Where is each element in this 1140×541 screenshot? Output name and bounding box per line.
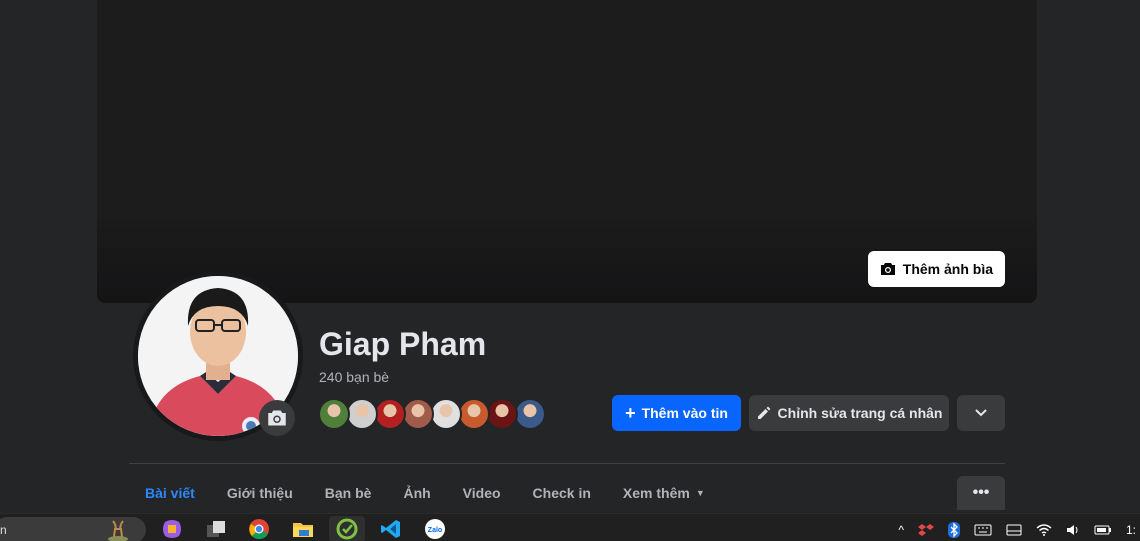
camera-icon — [880, 263, 895, 275]
keyboard-icon[interactable] — [974, 524, 992, 536]
add-cover-photo-label: Thêm ảnh bìa — [902, 261, 993, 277]
profile-tabs: Bài viết Giới thiệu Bạn bè Ảnh Video Che… — [129, 476, 721, 510]
volume-icon[interactable] — [1066, 524, 1080, 536]
battery-icon[interactable] — [1094, 524, 1112, 536]
taskbar: n Zalo ^ 1: — [0, 513, 1140, 541]
friend-avatar[interactable] — [374, 398, 406, 430]
display-icon[interactable] — [1006, 524, 1022, 536]
copilot-icon[interactable] — [154, 516, 190, 541]
chrome-icon[interactable] — [241, 516, 277, 541]
gamebar-app-icon[interactable] — [329, 516, 365, 541]
svg-text:Zalo: Zalo — [428, 527, 442, 534]
friend-avatar[interactable] — [346, 398, 378, 430]
friend-avatar[interactable] — [458, 398, 490, 430]
friend-avatar[interactable] — [402, 398, 434, 430]
camera-icon — [268, 410, 286, 426]
task-view-icon[interactable] — [198, 516, 234, 541]
divider — [129, 463, 1005, 464]
friend-avatar[interactable] — [318, 398, 350, 430]
bluetooth-icon[interactable] — [947, 522, 960, 538]
tab-about[interactable]: Giới thiệu — [211, 476, 309, 510]
plus-icon: + — [625, 403, 636, 423]
add-to-story-button[interactable]: + Thêm vào tin — [612, 395, 741, 431]
vscode-icon[interactable] — [373, 516, 409, 541]
tab-videos[interactable]: Video — [447, 476, 517, 510]
friend-avatar[interactable] — [430, 398, 462, 430]
friends-count[interactable]: 240 bạn bè — [319, 369, 389, 385]
ellipsis-icon: ••• — [972, 484, 990, 501]
friend-avatar[interactable] — [486, 398, 518, 430]
more-options-button[interactable]: ••• — [957, 476, 1005, 510]
profile-name: Giap Pham — [319, 326, 487, 362]
cover-photo[interactable]: Thêm ảnh bìa — [97, 0, 1037, 303]
deer-icon — [108, 520, 128, 541]
dropbox-icon[interactable] — [917, 522, 934, 538]
tab-more[interactable]: Xem thêm ▼ — [607, 476, 721, 510]
tab-check-ins[interactable]: Check in — [517, 476, 607, 510]
file-explorer-icon[interactable] — [285, 516, 321, 541]
add-to-story-label: Thêm vào tin — [641, 405, 728, 421]
tab-posts[interactable]: Bài viết — [129, 476, 211, 510]
tab-photos[interactable]: Ảnh — [387, 476, 446, 510]
friend-avatar-stack[interactable] — [318, 398, 546, 430]
tab-friends[interactable]: Bạn bè — [309, 476, 388, 510]
system-tray: ^ 1: — [898, 518, 1140, 541]
edit-profile-button[interactable]: Chỉnh sửa trang cá nhân — [749, 395, 949, 431]
update-profile-picture-button[interactable] — [259, 400, 295, 436]
chevron-down-icon — [975, 409, 987, 417]
wifi-icon[interactable] — [1036, 524, 1052, 536]
pencil-icon — [757, 406, 770, 419]
caret-down-icon: ▼ — [695, 488, 705, 498]
zalo-icon[interactable]: Zalo — [417, 516, 453, 541]
chevron-up-icon[interactable]: ^ — [898, 523, 904, 537]
profile-options-button[interactable] — [957, 395, 1005, 431]
clock[interactable]: 1: — [1126, 523, 1136, 537]
friend-avatar[interactable] — [514, 398, 546, 430]
taskbar-search-text: n — [0, 523, 7, 537]
add-cover-photo-button[interactable]: Thêm ảnh bìa — [867, 251, 1005, 287]
edit-profile-label: Chỉnh sửa trang cá nhân — [777, 405, 943, 421]
taskbar-search-box[interactable]: n — [0, 517, 146, 541]
